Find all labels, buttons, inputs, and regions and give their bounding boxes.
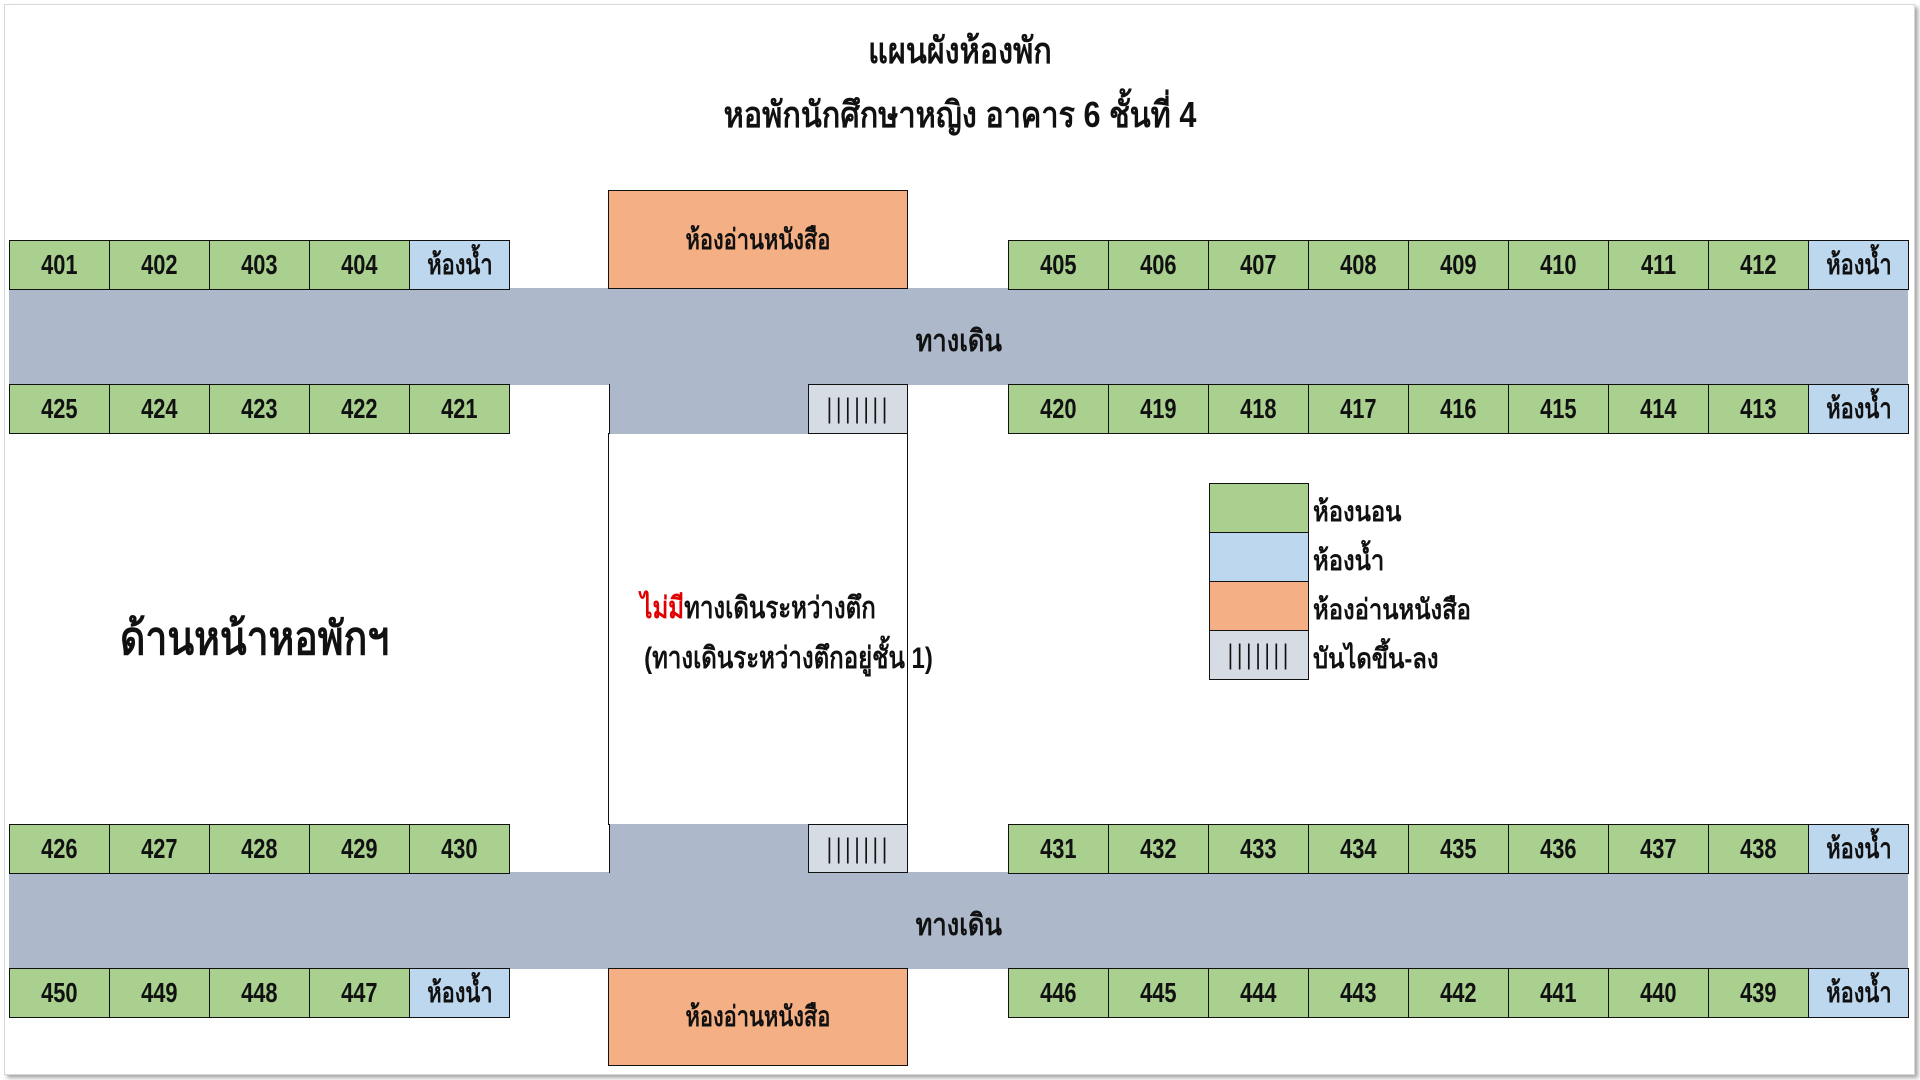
room-410: 410 xyxy=(1508,240,1609,290)
room-436: 436 xyxy=(1508,824,1609,874)
legend-label-bedroom: ห้องนอน xyxy=(1313,496,1402,527)
title-line-1: แผนผังห้องพัก xyxy=(868,30,1052,71)
room-414: 414 xyxy=(1608,384,1709,434)
stairs-upper: ||||||| xyxy=(808,384,908,434)
room-419: 419 xyxy=(1108,384,1209,434)
room-442: 442 xyxy=(1408,968,1509,1018)
room-415: 415 xyxy=(1508,384,1609,434)
room-425: 425 xyxy=(9,384,110,434)
room-413: 413 xyxy=(1708,384,1809,434)
legend-label-reading-room: ห้องอ่านหนังสือ xyxy=(1313,594,1471,625)
lower-stair-landing xyxy=(609,824,809,873)
corridor-lower-label: ทางเดิน xyxy=(915,909,1003,942)
room-421: 421 xyxy=(409,384,510,434)
room-408: 408 xyxy=(1308,240,1409,290)
legend-swatch-reading-room xyxy=(1209,581,1309,631)
room-420: 420 xyxy=(1008,384,1109,434)
room-445: 445 xyxy=(1108,968,1209,1018)
room-422: 422 xyxy=(309,384,410,434)
room-435: 435 xyxy=(1408,824,1509,874)
room-429: 429 xyxy=(309,824,410,874)
room-430: 430 xyxy=(409,824,510,874)
room-403: 403 xyxy=(209,240,310,290)
room-437: 437 xyxy=(1608,824,1709,874)
title-line-2: หอพักนักศึกษาหญิง อาคาร 6 ชั้นที่ 4 xyxy=(723,94,1197,135)
room-424: 424 xyxy=(109,384,210,434)
room-404: 404 xyxy=(309,240,410,290)
room-417: 417 xyxy=(1308,384,1409,434)
room-423: 423 xyxy=(209,384,310,434)
room-431: 431 xyxy=(1008,824,1109,874)
reading-room-upper: ห้องอ่านหนังสือ xyxy=(608,190,908,289)
room-427: 427 xyxy=(109,824,210,874)
room-405: 405 xyxy=(1008,240,1109,290)
no-walkway-note: ไม่มีทางเดินระหว่างตึก xyxy=(608,585,908,632)
room-434: 434 xyxy=(1308,824,1409,874)
no-walkway-highlight: ไม่มี xyxy=(640,592,685,625)
room-418: 418 xyxy=(1208,384,1309,434)
room-441: 441 xyxy=(1508,968,1609,1018)
room-411: 411 xyxy=(1608,240,1709,290)
room-450: 450 xyxy=(9,968,110,1018)
legend-label-restroom: ห้องน้ำ xyxy=(1313,545,1385,576)
restroom-r3-right: ห้องน้ำ xyxy=(1808,824,1909,874)
room-447: 447 xyxy=(309,968,410,1018)
legend-swatch-bedroom xyxy=(1209,483,1309,533)
front-of-dorm-label: ด้านหน้าหอพักฯ xyxy=(120,612,390,664)
room-416: 416 xyxy=(1408,384,1509,434)
no-walkway-text: ทางเดินระหว่างตึก xyxy=(684,592,876,625)
restroom-r4-left: ห้องน้ำ xyxy=(409,968,510,1018)
room-432: 432 xyxy=(1108,824,1209,874)
restroom-r2-right: ห้องน้ำ xyxy=(1808,384,1909,434)
room-409: 409 xyxy=(1408,240,1509,290)
stairs-lower: ||||||| xyxy=(808,824,908,873)
restroom-r4-right: ห้องน้ำ xyxy=(1808,968,1909,1018)
room-446: 446 xyxy=(1008,968,1109,1018)
room-449: 449 xyxy=(109,968,210,1018)
room-412: 412 xyxy=(1708,240,1809,290)
room-440: 440 xyxy=(1608,968,1709,1018)
reading-room-lower: ห้องอ่านหนังสือ xyxy=(608,968,908,1066)
room-406: 406 xyxy=(1108,240,1209,290)
restroom-r1-left: ห้องน้ำ xyxy=(409,240,510,290)
legend-label-stairs: บันไดขึ้น-ลง xyxy=(1313,643,1439,674)
room-443: 443 xyxy=(1308,968,1409,1018)
room-402: 402 xyxy=(109,240,210,290)
room-438: 438 xyxy=(1708,824,1809,874)
room-439: 439 xyxy=(1708,968,1809,1018)
legend-swatch-restroom xyxy=(1209,532,1309,582)
room-401: 401 xyxy=(9,240,110,290)
corridor-upper-label: ทางเดิน xyxy=(915,325,1003,358)
walkway-location-note: (ทางเดินระหว่างตึกอยู่ชั้น 1) xyxy=(644,642,933,675)
legend-swatch-stairs: ||||||| xyxy=(1209,630,1309,680)
upper-stair-landing xyxy=(609,384,809,434)
room-444: 444 xyxy=(1208,968,1309,1018)
room-433: 433 xyxy=(1208,824,1309,874)
room-448: 448 xyxy=(209,968,310,1018)
restroom-r1-right: ห้องน้ำ xyxy=(1808,240,1909,290)
room-407: 407 xyxy=(1208,240,1309,290)
room-428: 428 xyxy=(209,824,310,874)
room-426: 426 xyxy=(9,824,110,874)
